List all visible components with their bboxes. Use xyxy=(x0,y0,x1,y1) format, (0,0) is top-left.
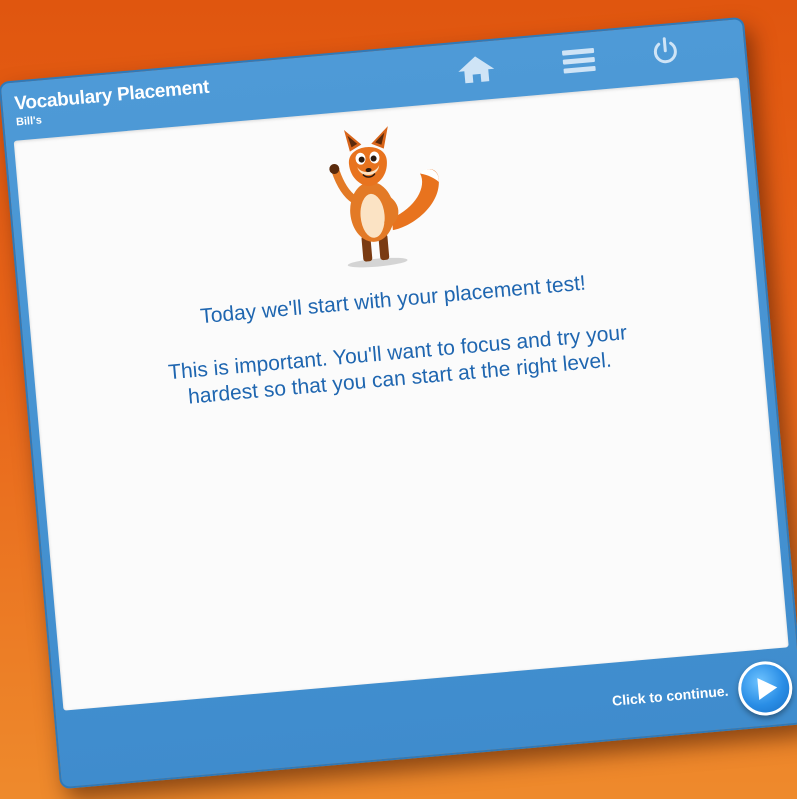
power-button[interactable] xyxy=(649,34,687,67)
continue-button[interactable] xyxy=(736,659,795,718)
home-button[interactable] xyxy=(455,53,495,86)
continue-label[interactable]: Click to continue. xyxy=(611,683,729,709)
app-window: Vocabulary Placement Bill's Today we'll … xyxy=(0,16,797,790)
fox-mascot xyxy=(329,126,439,268)
menu-icon xyxy=(561,48,596,74)
app-title: Vocabulary Placement xyxy=(13,76,211,115)
play-icon xyxy=(757,678,778,700)
power-icon xyxy=(653,37,677,64)
content-panel: Today we'll start with your placement te… xyxy=(13,77,789,711)
body-text: This is important. You'll want to focus … xyxy=(167,321,628,409)
home-icon xyxy=(458,56,495,84)
menu-button[interactable] xyxy=(560,44,598,77)
user-label: Bill's xyxy=(15,114,43,129)
